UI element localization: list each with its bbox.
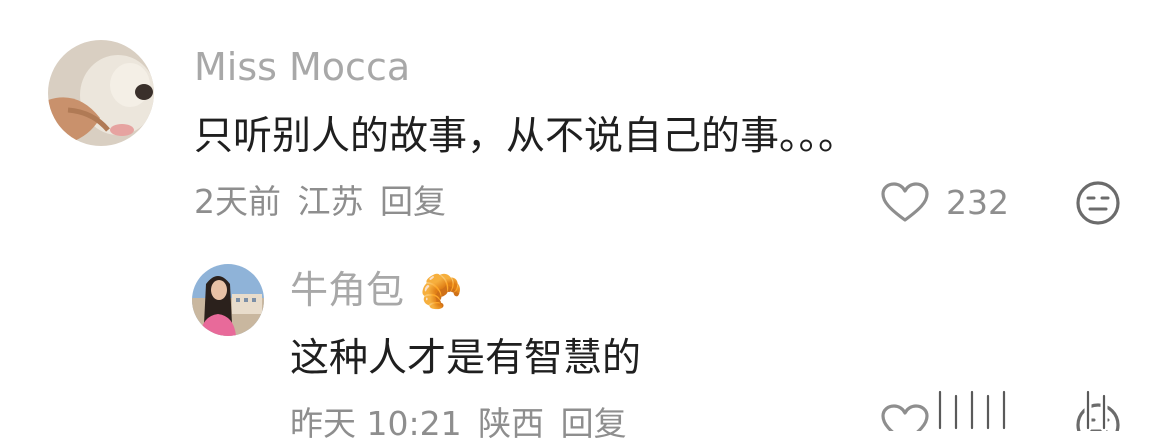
watermark-logo xyxy=(918,388,1168,432)
comment-like-button[interactable]: 232 xyxy=(880,182,1020,224)
replier-avatar[interactable] xyxy=(192,264,264,336)
reply-reply-link[interactable]: 回复 xyxy=(561,404,627,443)
comment-location: 江苏 xyxy=(297,182,364,221)
commenter-username[interactable]: Miss Mocca xyxy=(194,44,410,90)
reply-time: 昨天 10:21 xyxy=(290,404,462,443)
comment-text: 只听别人的故事，从不说自己的事。。。 xyxy=(194,114,858,159)
comment-emoji-button[interactable] xyxy=(1075,180,1121,226)
heart-icon xyxy=(880,182,930,228)
comment-time: 2天前 xyxy=(194,182,281,221)
reply-text: 这种人才是有智慧的 xyxy=(290,336,642,381)
reply-meta: 昨天 10:21 陕西 回复 xyxy=(290,402,627,446)
croissant-emoji: 🥐 xyxy=(420,272,463,312)
commenter-avatar[interactable] xyxy=(48,40,154,146)
replier-username-row: 牛角包 🥐 xyxy=(290,266,462,316)
reply-location: 陕西 xyxy=(478,404,545,443)
comment-reply-link[interactable]: 回复 xyxy=(380,182,446,221)
replier-username[interactable]: 牛角包 xyxy=(290,268,404,312)
neutral-face-icon xyxy=(1075,181,1121,230)
comment-meta: 2天前 江苏 回复 xyxy=(194,180,446,224)
comment-like-count: 232 xyxy=(946,183,1009,222)
